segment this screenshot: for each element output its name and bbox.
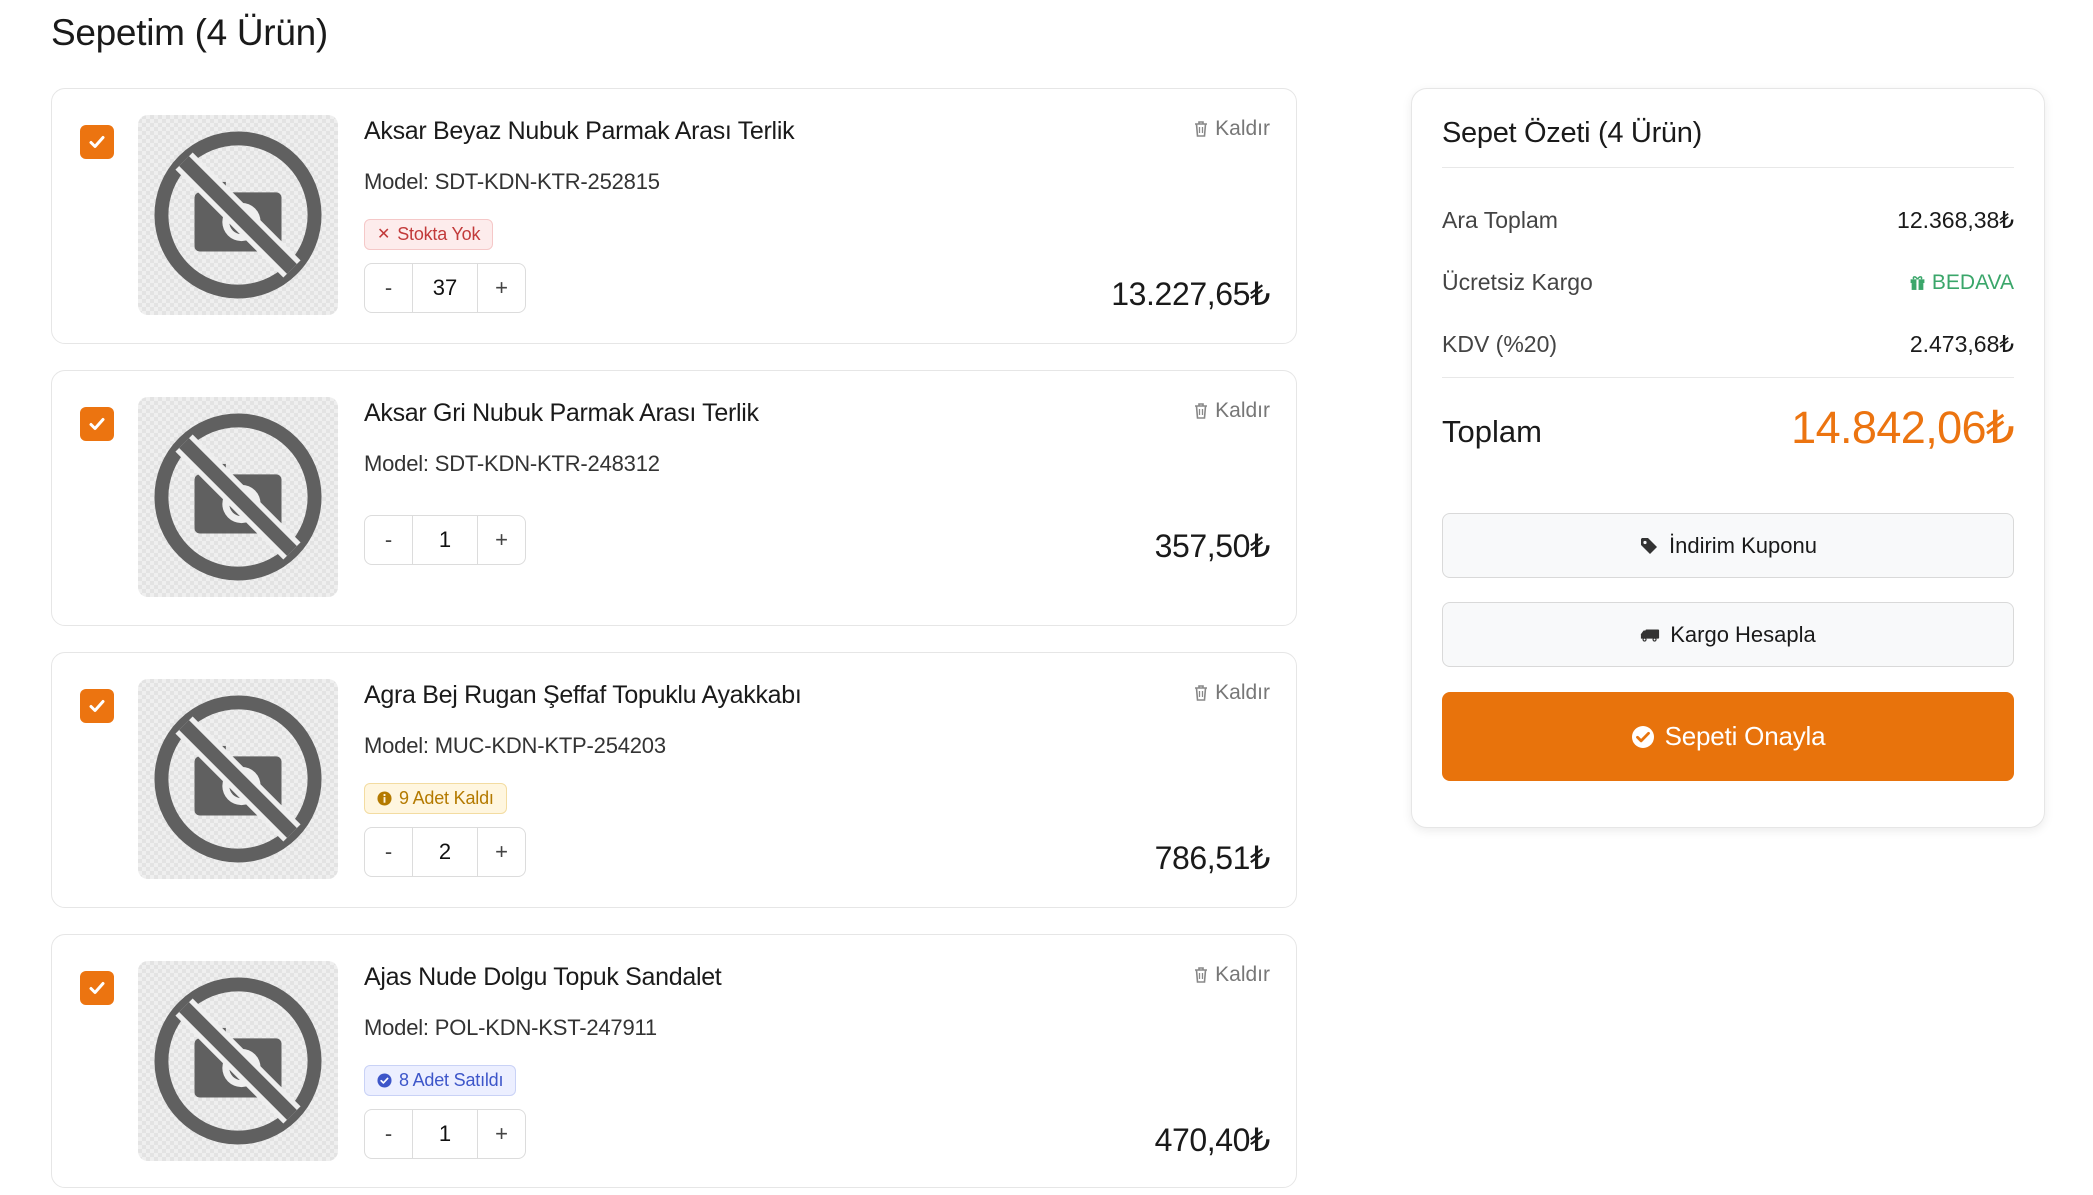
checkmark-icon xyxy=(89,982,105,994)
cart-item: Ajas Nude Dolgu Topuk Sandalet Model: PO… xyxy=(51,934,1297,1188)
remove-item-button[interactable]: Kaldır xyxy=(1193,963,1270,987)
item-price: 470,40₺ xyxy=(1154,1122,1271,1158)
increase-quantity-button[interactable]: + xyxy=(478,1110,525,1158)
summary-title: Sepet Özeti (4 Ürün) xyxy=(1442,117,1702,149)
trash-icon xyxy=(1195,121,1208,137)
item-select-checkbox[interactable] xyxy=(80,971,114,1005)
product-model: Model: MUC-KDN-KTP-254203 xyxy=(364,733,666,758)
badge-label: Stokta Yok xyxy=(397,224,481,244)
decrease-quantity-button[interactable]: - xyxy=(365,828,412,876)
product-name[interactable]: Aksar Gri Nubuk Parmak Arası Terlik xyxy=(364,399,759,428)
quantity-stepper: - 37 + xyxy=(364,263,526,313)
no-image-camera-icon xyxy=(154,695,322,863)
checkmark-icon xyxy=(89,136,105,148)
shipping-row: Ücretsiz Kargo BEDAVA xyxy=(1442,269,2014,296)
trash-icon xyxy=(1195,967,1208,983)
item-select-checkbox[interactable] xyxy=(80,407,114,441)
item-price: 13.227,65₺ xyxy=(1111,276,1270,312)
product-name[interactable]: Ajas Nude Dolgu Topuk Sandalet xyxy=(364,963,722,992)
subtotal-row: Ara Toplam 12.368,38₺ xyxy=(1442,207,2014,234)
quantity-value[interactable]: 1 xyxy=(412,516,478,564)
x-icon: ✕ xyxy=(377,225,391,243)
cart-summary-panel: Sepet Özeti (4 Ürün) Ara Toplam 12.368,3… xyxy=(1411,88,2045,828)
no-image-camera-icon xyxy=(154,131,322,299)
total-value: 14.842,06₺ xyxy=(1791,402,2014,453)
item-price: 786,51₺ xyxy=(1154,840,1271,876)
info-icon xyxy=(377,791,392,806)
quantity-stepper: - 1 + xyxy=(364,1109,526,1159)
product-image-placeholder[interactable] xyxy=(138,115,338,315)
calculate-shipping-label: Kargo Hesapla xyxy=(1670,621,1816,647)
stock-status-badge: ✕ Stokta Yok xyxy=(364,219,494,250)
quantity-stepper: - 2 + xyxy=(364,827,526,877)
tag-icon xyxy=(1641,537,1657,554)
quantity-stepper: - 1 + xyxy=(364,515,526,565)
quantity-value[interactable]: 1 xyxy=(412,1110,478,1158)
check-circle-icon xyxy=(1631,725,1654,748)
shipping-label: Ücretsiz Kargo xyxy=(1442,269,1593,295)
increase-quantity-button[interactable]: + xyxy=(478,516,525,564)
no-image-camera-icon xyxy=(154,413,322,581)
confirm-cart-label: Sepeti Onayla xyxy=(1664,721,1826,751)
product-image-placeholder[interactable] xyxy=(138,679,338,879)
trash-icon xyxy=(1195,685,1208,701)
vat-value: 2.473,68₺ xyxy=(1909,331,2014,357)
product-image-placeholder[interactable] xyxy=(138,397,338,597)
remove-label: Kaldır xyxy=(1215,399,1270,422)
remove-label: Kaldır xyxy=(1215,681,1270,704)
product-model: Model: POL-KDN-KST-247911 xyxy=(364,1015,657,1040)
badge-label: 9 Adet Kaldı xyxy=(399,788,494,808)
increase-quantity-button[interactable]: + xyxy=(478,264,525,312)
subtotal-value: 12.368,38₺ xyxy=(1897,207,2014,233)
calculate-shipping-button[interactable]: Kargo Hesapla xyxy=(1442,602,2014,667)
shipping-free-value: BEDAVA xyxy=(1909,271,2014,295)
cart-item: Aksar Beyaz Nubuk Parmak Arası Terlik Mo… xyxy=(51,88,1297,344)
cart-item: Aksar Gri Nubuk Parmak Arası Terlik Mode… xyxy=(51,370,1297,626)
divider xyxy=(1442,167,2014,168)
truck-icon xyxy=(1641,629,1660,642)
no-image-camera-icon xyxy=(154,977,322,1145)
divider xyxy=(1442,377,2014,378)
item-select-checkbox[interactable] xyxy=(80,125,114,159)
product-name[interactable]: Aksar Beyaz Nubuk Parmak Arası Terlik xyxy=(364,117,795,146)
page-title: Sepetim (4 Ürün) xyxy=(51,12,328,53)
product-name[interactable]: Agra Bej Rugan Şeffaf Topuklu Ayakkabı xyxy=(364,681,802,710)
checkmark-icon xyxy=(89,418,105,430)
remove-item-button[interactable]: Kaldır xyxy=(1193,681,1270,705)
remove-label: Kaldır xyxy=(1215,117,1270,140)
badge-label: 8 Adet Satıldı xyxy=(399,1070,504,1090)
decrease-quantity-button[interactable]: - xyxy=(365,516,412,564)
cart-item: Agra Bej Rugan Şeffaf Topuklu Ayakkabı M… xyxy=(51,652,1297,908)
product-image-placeholder[interactable] xyxy=(138,961,338,1161)
subtotal-label: Ara Toplam xyxy=(1442,207,1558,233)
vat-label: KDV (%20) xyxy=(1442,331,1558,357)
item-price: 357,50₺ xyxy=(1154,528,1271,564)
shipping-value: BEDAVA xyxy=(1931,270,2014,294)
increase-quantity-button[interactable]: + xyxy=(478,828,525,876)
product-model: Model: SDT-KDN-KTR-252815 xyxy=(364,169,660,194)
remove-item-button[interactable]: Kaldır xyxy=(1193,117,1270,141)
stock-status-badge: 9 Adet Kaldı xyxy=(364,783,507,814)
trash-icon xyxy=(1195,403,1208,419)
decrease-quantity-button[interactable]: - xyxy=(365,1110,412,1158)
confirm-cart-button[interactable]: Sepeti Onayla xyxy=(1442,692,2014,781)
quantity-value[interactable]: 2 xyxy=(412,828,478,876)
sales-count-badge: 8 Adet Satıldı xyxy=(364,1065,517,1096)
gift-icon xyxy=(1910,276,1925,290)
remove-label: Kaldır xyxy=(1215,963,1270,986)
remove-item-button[interactable]: Kaldır xyxy=(1193,399,1270,423)
decrease-quantity-button[interactable]: - xyxy=(365,264,412,312)
discount-coupon-button[interactable]: İndirim Kuponu xyxy=(1442,513,2014,578)
quantity-value[interactable]: 37 xyxy=(412,264,478,312)
discount-coupon-label: İndirim Kuponu xyxy=(1669,532,1817,558)
item-select-checkbox[interactable] xyxy=(80,689,114,723)
cart-items-list: Aksar Beyaz Nubuk Parmak Arası Terlik Mo… xyxy=(51,88,1297,1188)
product-model: Model: SDT-KDN-KTR-248312 xyxy=(364,451,660,476)
check-circle-icon xyxy=(377,1073,392,1088)
checkmark-icon xyxy=(89,700,105,712)
total-label: Toplam xyxy=(1442,414,1542,449)
vat-row: KDV (%20) 2.473,68₺ xyxy=(1442,331,2014,358)
